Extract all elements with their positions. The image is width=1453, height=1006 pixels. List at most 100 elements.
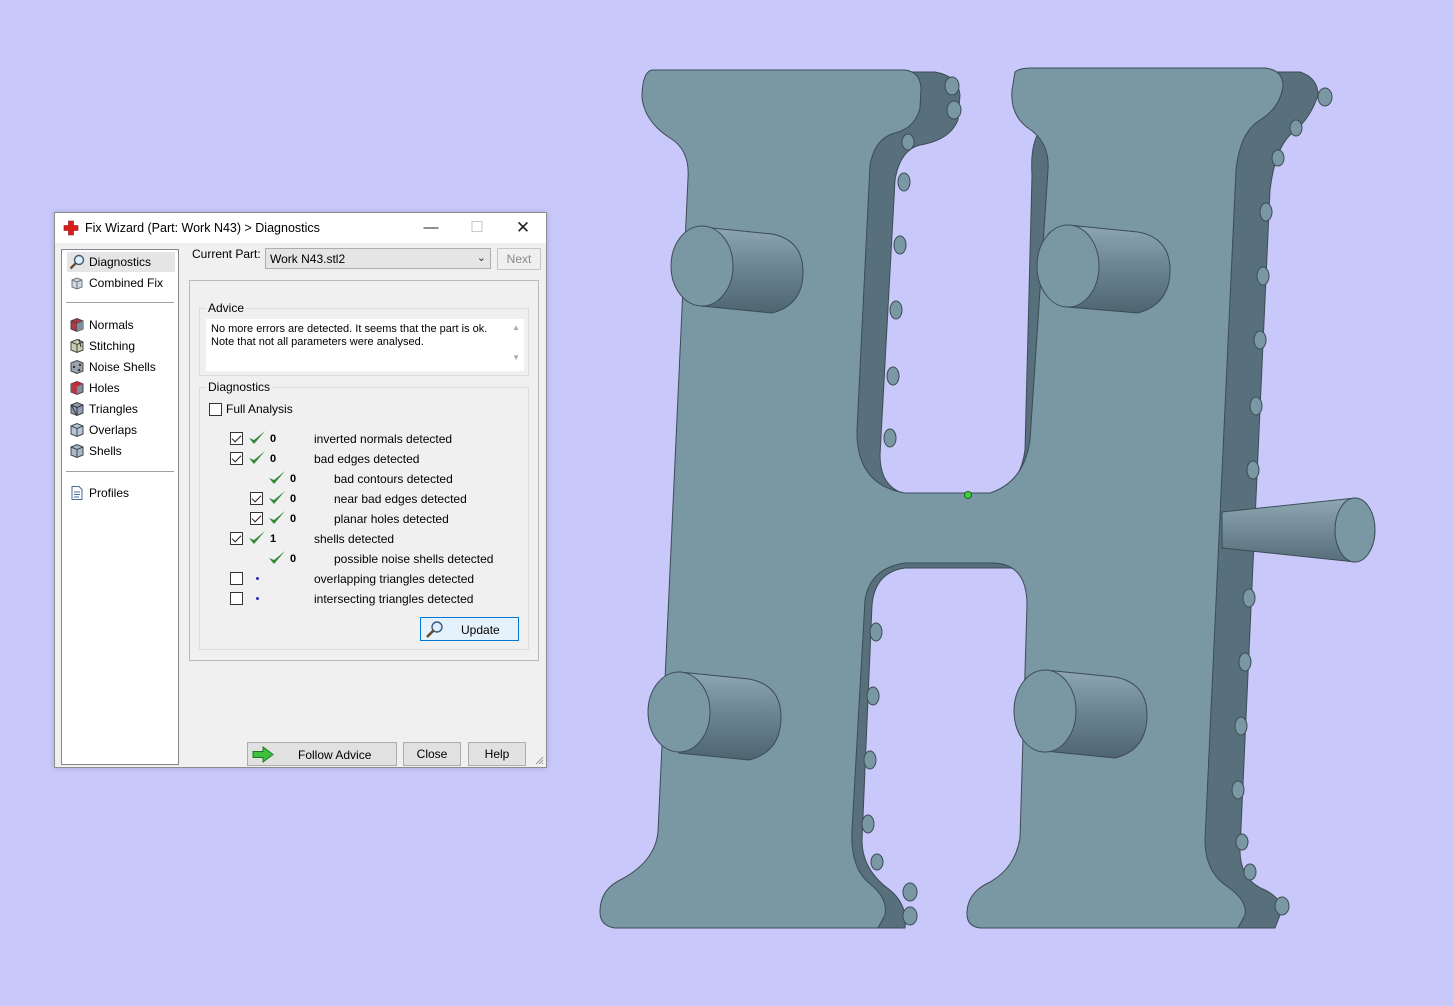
maximize-button[interactable]: ☐: [454, 213, 500, 243]
near-bad-edges-count: 0: [290, 493, 297, 505]
selection-point[interactable]: [964, 491, 972, 499]
overlapping-triangles-checkbox[interactable]: [230, 572, 243, 585]
green-check-icon: [269, 471, 285, 484]
near-bad-edges-label: near bad edges detected: [334, 492, 467, 506]
normals-cube-icon: [70, 317, 84, 333]
full-analysis-label: Full Analysis: [226, 402, 293, 416]
green-check-icon: [269, 511, 285, 524]
follow-advice-button[interactable]: Follow Advice: [247, 742, 397, 766]
next-button[interactable]: Next: [497, 248, 541, 270]
scroll-up-arrow-icon[interactable]: ▲: [512, 323, 520, 332]
noise-shells-count: 0: [290, 553, 297, 565]
noise-shells-cube-icon: [70, 359, 84, 375]
holes-cube-icon: [70, 380, 84, 396]
planar-holes-checkbox[interactable]: [250, 512, 263, 525]
current-part-label: Current Part:: [192, 247, 261, 261]
sidebar-item-overlaps[interactable]: Overlaps: [67, 420, 175, 440]
shells-count: 1: [270, 533, 277, 545]
peg-bottom-left: [647, 671, 782, 761]
h-letter-model[interactable]: [599, 67, 1376, 929]
magnifier-icon: [426, 621, 443, 638]
sidebar-item-label: Noise Shells: [89, 360, 156, 374]
bad-contours-count: 0: [290, 473, 297, 485]
diagnostics-panel: Advice No more errors are detected. It s…: [189, 280, 539, 661]
profiles-document-icon: [71, 486, 83, 500]
diagnostics-group: Diagnostics Full Analysis 0 inverted nor…: [199, 380, 529, 650]
sidebar-divider: [66, 471, 174, 472]
inverted-normals-label: inverted normals detected: [314, 432, 453, 446]
sidebar-item-combined-fix[interactable]: Combined Fix: [67, 273, 175, 293]
noise-shells-label: possible noise shells detected: [334, 552, 494, 566]
green-check-icon: [249, 531, 265, 544]
shells-checkbox[interactable]: [230, 532, 243, 545]
current-part-dropdown[interactable]: Work N43.stl2 ⌄: [265, 248, 491, 269]
bad-contours-label: bad contours detected: [334, 472, 453, 486]
magnifier-icon: [69, 254, 85, 270]
red-cross-icon: [63, 220, 79, 236]
bad-edges-label: bad edges detected: [314, 452, 420, 466]
sidebar-item-label: Holes: [89, 381, 120, 395]
stitching-cube-icon: [70, 338, 84, 354]
window-title: Fix Wizard (Part: Work N43) > Diagnostic…: [85, 221, 320, 235]
sidebar-item-label: Combined Fix: [89, 276, 164, 290]
planar-holes-label: planar holes detected: [334, 512, 449, 526]
sidebar-item-label: Diagnostics: [89, 255, 152, 269]
wizard-sidebar: Diagnostics Combined Fix Normals Stitchi…: [61, 249, 179, 765]
not-analysed-dot-icon: [256, 597, 259, 600]
help-button[interactable]: Help: [468, 742, 526, 766]
sidebar-item-triangles[interactable]: Triangles: [67, 399, 175, 419]
shells-cube-icon: [70, 443, 84, 459]
bad-edges-count: 0: [270, 453, 277, 465]
shells-label: shells detected: [314, 532, 395, 546]
bad-edges-checkbox[interactable]: [230, 452, 243, 465]
sidebar-item-diagnostics[interactable]: Diagnostics: [67, 252, 175, 272]
fix-wizard-dialog: Fix Wizard (Part: Work N43) > Diagnostic…: [54, 212, 547, 768]
inverted-normals-checkbox[interactable]: [230, 432, 243, 445]
peg-top-left: [670, 225, 804, 314]
near-bad-edges-checkbox[interactable]: [250, 492, 263, 505]
minimize-button[interactable]: —: [408, 213, 454, 243]
overlapping-triangles-label: overlapping triangles detected: [314, 572, 475, 586]
not-analysed-dot-icon: [256, 577, 259, 580]
sidebar-item-normals[interactable]: Normals: [67, 315, 175, 335]
combined-fix-icon: [71, 277, 83, 290]
green-check-icon: [269, 551, 285, 564]
overlaps-cube-icon: [70, 422, 84, 438]
green-check-icon: [249, 451, 265, 464]
close-button[interactable]: Close: [403, 742, 461, 766]
current-part-value: Work N43.stl2: [270, 252, 346, 266]
sidebar-item-stitching[interactable]: Stitching: [67, 336, 175, 356]
diagnostics-group-title: Diagnostics: [206, 380, 273, 394]
planar-holes-count: 0: [290, 513, 297, 525]
sidebar-item-label: Triangles: [89, 402, 138, 416]
peg-bottom-right: [1013, 669, 1148, 759]
title-bar[interactable]: Fix Wizard (Part: Work N43) > Diagnostic…: [55, 213, 546, 243]
h-model-front-face: [599, 67, 1284, 929]
sidebar-item-shells[interactable]: Shells: [67, 441, 175, 461]
update-button[interactable]: Update: [420, 617, 519, 641]
sidebar-item-holes[interactable]: Holes: [67, 378, 175, 398]
update-label: Update: [461, 623, 500, 637]
sidebar-item-label: Overlaps: [89, 423, 138, 437]
chevron-down-icon: ⌄: [476, 252, 486, 264]
advice-text: No more errors are detected. It seems th…: [211, 323, 488, 348]
sidebar-divider: [66, 302, 174, 303]
sidebar-item-label: Shells: [89, 444, 122, 458]
sidebar-item-profiles[interactable]: Profiles: [67, 483, 175, 503]
sidebar-item-noise-shells[interactable]: Noise Shells: [67, 357, 175, 377]
close-window-button[interactable]: ✕: [500, 213, 546, 243]
advice-textbox[interactable]: No more errors are detected. It seems th…: [206, 319, 524, 371]
resize-grip-icon[interactable]: [534, 755, 544, 765]
green-check-icon: [269, 491, 285, 504]
triangles-cube-icon: [70, 401, 84, 417]
intersecting-triangles-checkbox[interactable]: [230, 592, 243, 605]
sidebar-item-label: Stitching: [89, 339, 136, 353]
green-arrow-icon: [252, 746, 274, 763]
full-analysis-checkbox[interactable]: [209, 403, 222, 416]
follow-advice-label: Follow Advice: [298, 748, 372, 762]
sidebar-item-label: Normals: [89, 318, 134, 332]
intersecting-triangles-label: intersecting triangles detected: [314, 592, 474, 606]
scroll-down-arrow-icon[interactable]: ▼: [512, 353, 520, 362]
green-check-icon: [249, 431, 265, 444]
sidebar-item-label: Profiles: [89, 486, 130, 500]
